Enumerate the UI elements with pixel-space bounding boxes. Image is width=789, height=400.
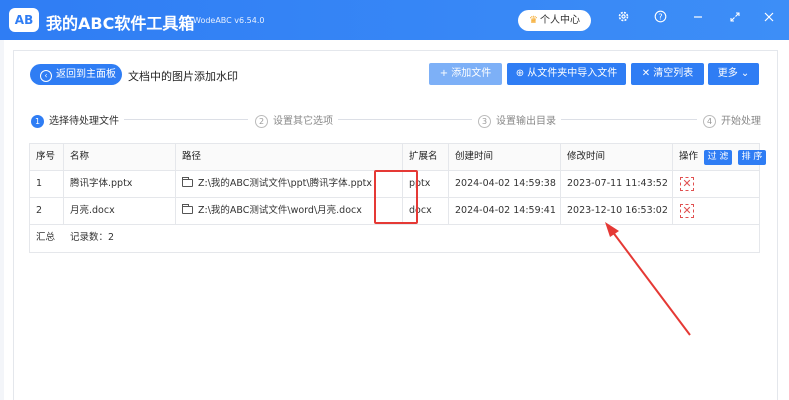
annotation-arrow [605,222,691,336]
